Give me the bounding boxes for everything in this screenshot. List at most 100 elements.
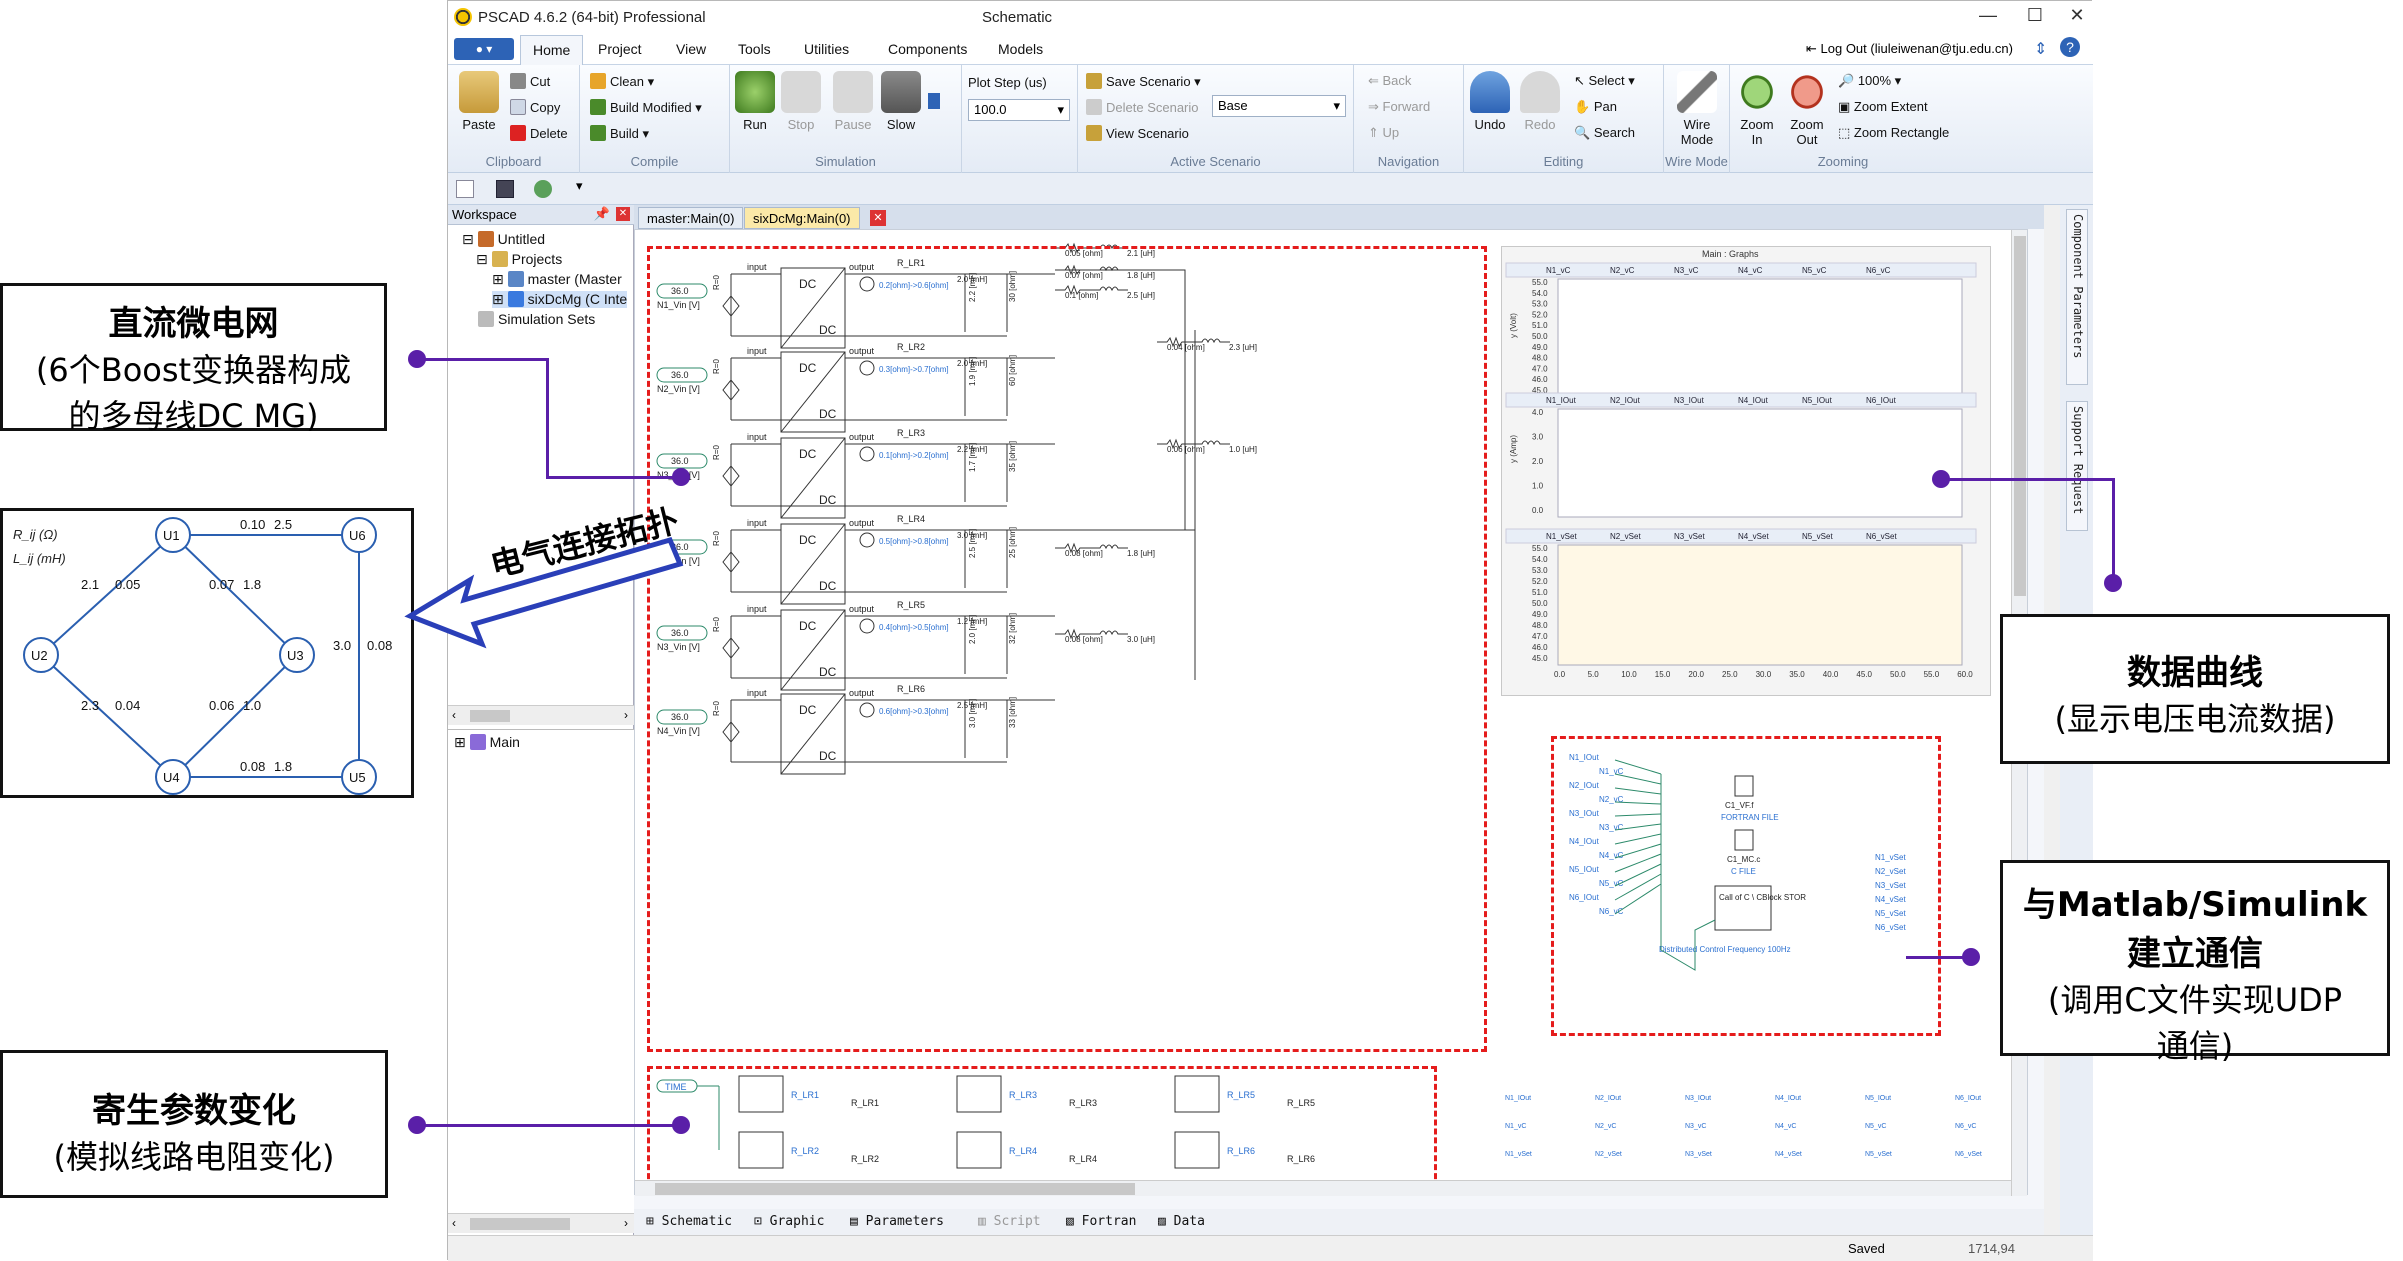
zoom-extent-button[interactable]: ▣ Zoom Extent bbox=[1838, 99, 1928, 115]
tree-simsets-label: Simulation Sets bbox=[498, 311, 596, 327]
tree-projects[interactable]: ⊟ Projects bbox=[476, 251, 562, 268]
tab-project[interactable]: Project bbox=[598, 41, 642, 57]
save-icon[interactable] bbox=[496, 180, 514, 198]
canvas-hscroll[interactable] bbox=[635, 1180, 2011, 1196]
title-bar: PSCAD 4.6.2 (64-bit) Professional Schema… bbox=[448, 1, 2093, 33]
zoom-out-button[interactable]: Zoom Out bbox=[1784, 71, 1830, 147]
tree-sixdcmg[interactable]: ⊞ sixDcMg (C Inte bbox=[492, 291, 628, 308]
doctab-master[interactable]: master:Main(0) bbox=[638, 207, 744, 229]
wire-mode-button[interactable]: Wire Mode bbox=[1670, 71, 1724, 147]
component-parameters-tab[interactable]: Component Parameters bbox=[2066, 209, 2088, 385]
pause-button[interactable]: Pause bbox=[832, 71, 874, 132]
graph-ytick: 53.0 bbox=[1532, 566, 1548, 575]
build-modified-button[interactable]: Build Modified ▾ bbox=[590, 99, 702, 116]
schematic-canvas[interactable]: 36.0 N1_Vin [V] R=0 input DC DC output R_LR1 0.2… bbox=[634, 229, 2028, 1196]
tab-tools[interactable]: Tools bbox=[738, 41, 771, 57]
doctab-sixdcmg[interactable]: sixDcMg:Main(0) bbox=[744, 207, 860, 229]
tab-view[interactable]: View bbox=[676, 41, 706, 57]
tab-models[interactable]: Models bbox=[998, 41, 1043, 57]
tab-home[interactable]: Home bbox=[520, 35, 584, 65]
stop-button[interactable]: Stop bbox=[780, 71, 822, 132]
scenario-group-label: Active Scenario bbox=[1170, 154, 1261, 169]
customize-qat-icon[interactable]: ▾ bbox=[576, 178, 583, 194]
search-button[interactable]: 🔍 Search bbox=[1574, 125, 1635, 141]
group-editing: Undo Redo ↖ Select ▾ ✋ Pan 🔍 Search Edit… bbox=[1464, 65, 1664, 173]
btab-fortran[interactable]: ▧ Fortran bbox=[1066, 1214, 1136, 1229]
copy-button[interactable]: Copy bbox=[510, 99, 560, 115]
paste-button[interactable]: Paste bbox=[456, 71, 502, 132]
save-scenario-button[interactable]: Save Scenario ▾ bbox=[1086, 73, 1201, 90]
btab-graphic[interactable]: ⊡ Graphic bbox=[754, 1214, 824, 1229]
pan-button[interactable]: ✋ Pan bbox=[1574, 99, 1617, 115]
graph-ytick: 51.0 bbox=[1532, 321, 1548, 330]
redo-button[interactable]: Redo bbox=[1518, 71, 1562, 132]
topology-edge-l: 2.5 bbox=[274, 517, 292, 532]
zoom-out-label: Zoom Out bbox=[1790, 117, 1824, 147]
delete-scenario-button[interactable]: Delete Scenario bbox=[1086, 99, 1199, 115]
btab-script[interactable]: ▥ Script bbox=[978, 1214, 1041, 1229]
graph-ytick: 52.0 bbox=[1532, 310, 1548, 319]
cut-button[interactable]: Cut bbox=[510, 73, 550, 89]
outline-hscroll[interactable]: ‹ › bbox=[448, 1213, 634, 1233]
signal-tag: N1_IOut bbox=[1505, 1095, 1531, 1102]
graph-frame[interactable]: Main : Graphs N1_vC N2_vC N3_vC N4_vC N5_vC N… bbox=[1501, 246, 1991, 696]
outline-main[interactable]: ⊞ Main bbox=[454, 734, 520, 751]
workspace-hscroll[interactable]: ‹ › bbox=[448, 705, 634, 725]
plot-step-input[interactable]: 100.0 ▾ bbox=[968, 99, 1070, 121]
module-icon bbox=[469, 734, 486, 750]
pin-icon[interactable]: 📌 bbox=[594, 206, 610, 222]
graph-xtick: 5.0 bbox=[1588, 670, 1600, 679]
tab-utilities[interactable]: Utilities bbox=[804, 41, 849, 57]
tree-untitled[interactable]: ⊟ Untitled bbox=[462, 231, 545, 248]
doctab-close-icon[interactable]: ✕ bbox=[870, 210, 886, 226]
delete-button[interactable]: Delete bbox=[510, 125, 568, 141]
workspace-close-icon[interactable]: ✕ bbox=[616, 207, 630, 221]
btab-parameters[interactable]: ▤ Parameters bbox=[850, 1214, 944, 1229]
minimize-button[interactable]: — bbox=[1973, 5, 2003, 29]
annotation-dcmg-sub2: 的多母线DC MG) bbox=[68, 397, 319, 435]
btab-data[interactable]: ▨ Data bbox=[1158, 1214, 1205, 1229]
up-button[interactable]: ⇑ Up bbox=[1368, 125, 1399, 141]
select-button[interactable]: ↖ Select ▾ bbox=[1574, 73, 1635, 89]
graph-xtick: 45.0 bbox=[1856, 670, 1872, 679]
help-icon[interactable]: ? bbox=[2060, 37, 2080, 57]
build-button[interactable]: Build ▾ bbox=[590, 125, 649, 142]
support-request-tab[interactable]: Support Request bbox=[2066, 401, 2088, 531]
signal-tag: N2_vC bbox=[1595, 1123, 1616, 1130]
maximize-button[interactable]: ☐ bbox=[2020, 5, 2050, 29]
graph-ytick: 55.0 bbox=[1532, 278, 1548, 287]
slow-button[interactable]: Slow bbox=[880, 71, 922, 132]
undo-button[interactable]: Undo bbox=[1468, 71, 1512, 132]
zoom-rectangle-button[interactable]: ⬚ Zoom Rectangle bbox=[1838, 125, 1949, 141]
annotation-curves-sub: (显示电压电流数据) bbox=[2054, 700, 2336, 738]
topology-edge-r: 2.1 bbox=[81, 577, 99, 592]
speed-slider[interactable] bbox=[928, 93, 940, 109]
graph-xtick: 50.0 bbox=[1890, 670, 1906, 679]
back-button[interactable]: ⇐ Back bbox=[1368, 73, 1411, 89]
graph-xtick: 55.0 bbox=[1924, 670, 1940, 679]
tree-master[interactable]: ⊞ master (Master bbox=[492, 271, 622, 288]
zoom-percent-label: 100% ▾ bbox=[1857, 73, 1902, 88]
tab-components[interactable]: Components bbox=[888, 41, 967, 57]
annotation-matlab-title2: 建立通信 bbox=[2127, 934, 2263, 974]
btab-fortran-label: Fortran bbox=[1081, 1214, 1137, 1229]
close-button[interactable]: ✕ bbox=[2062, 5, 2092, 29]
new-icon[interactable] bbox=[456, 180, 474, 198]
run-button[interactable]: Run bbox=[734, 71, 776, 132]
file-menu-button[interactable]: ● ▾ bbox=[454, 38, 514, 60]
zoom-percent-button[interactable]: 🔎 100% ▾ bbox=[1838, 73, 1901, 89]
group-clipboard: Paste Cut Copy Delete Clipboard bbox=[448, 65, 580, 173]
forward-button[interactable]: ⇒ Forward bbox=[1368, 99, 1430, 115]
collapse-ribbon-icon[interactable]: ⇕ bbox=[2034, 39, 2047, 59]
logout-link[interactable]: ⇤ Log Out (liuleiwenan@tju.edu.cn) bbox=[1806, 41, 2013, 57]
tree-simulation-sets[interactable]: Simulation Sets bbox=[478, 311, 595, 327]
clean-button[interactable]: Clean ▾ bbox=[590, 73, 654, 90]
btab-schematic[interactable]: ⊞ Schematic bbox=[646, 1214, 732, 1229]
graph-xtick: 60.0 bbox=[1957, 670, 1973, 679]
view-scenario-button[interactable]: View Scenario bbox=[1086, 125, 1189, 141]
annotation-curves: 数据曲线 (显示电压电流数据) bbox=[2000, 614, 2390, 764]
recent-icon[interactable] bbox=[534, 180, 552, 198]
scenario-select[interactable]: Base ▾ bbox=[1212, 95, 1346, 117]
zoom-in-button[interactable]: Zoom In bbox=[1734, 71, 1780, 147]
plot-step-label: Plot Step (us) bbox=[968, 75, 1047, 90]
